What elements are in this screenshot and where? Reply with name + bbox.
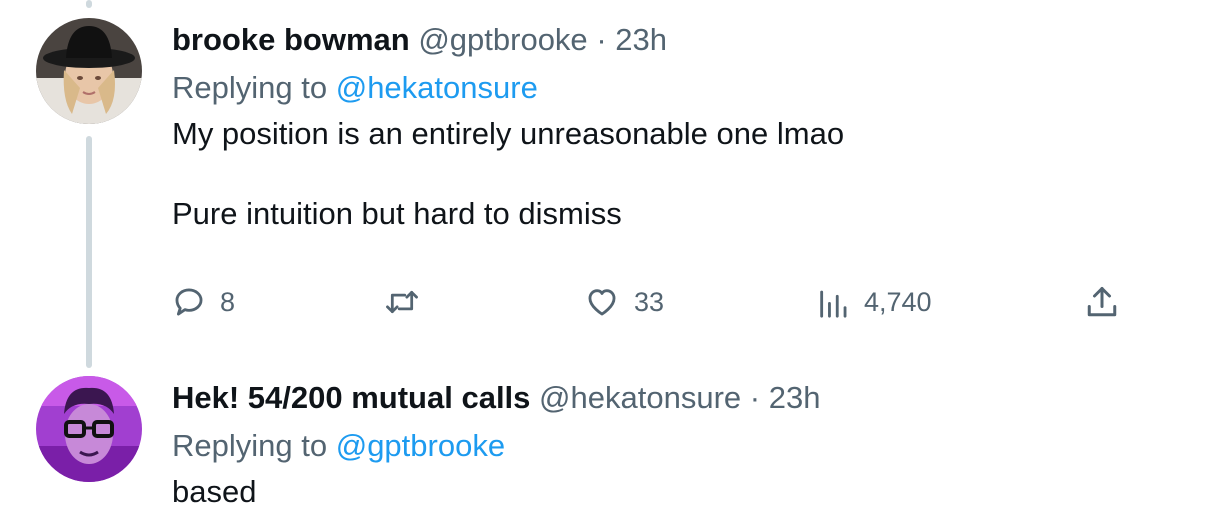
- tweet-hek[interactable]: Hek! 54/200 mutual calls @hekatonsure · …: [172, 378, 1175, 512]
- separator-dot: ·: [596, 22, 607, 57]
- mention-link[interactable]: @gptbrooke: [336, 428, 505, 463]
- retweet-button[interactable]: [384, 280, 434, 324]
- thread-connector: [86, 136, 92, 368]
- retweet-icon: [384, 285, 420, 319]
- reply-button[interactable]: 8: [172, 280, 235, 324]
- tweet-header: brooke bowman @gptbrooke · 23h: [172, 20, 1175, 60]
- timestamp[interactable]: 23h: [769, 380, 821, 415]
- reply-icon: [172, 285, 206, 319]
- tweet-header: Hek! 54/200 mutual calls @hekatonsure · …: [172, 378, 1175, 418]
- thread-connector-top: [86, 0, 92, 8]
- tweet-text: based: [172, 474, 257, 509]
- display-name[interactable]: Hek! 54/200 mutual calls: [172, 380, 530, 415]
- avatar-brooke[interactable]: [36, 18, 142, 124]
- views-button[interactable]: 4,740: [816, 280, 932, 324]
- mention-link[interactable]: @hekatonsure: [336, 70, 538, 105]
- user-handle[interactable]: @gptbrooke: [418, 22, 587, 57]
- like-button[interactable]: 33: [584, 280, 664, 324]
- view-count: 4,740: [864, 286, 932, 317]
- replying-to-line: Replying to @gptbrooke: [172, 426, 1175, 466]
- share-button[interactable]: [1084, 280, 1120, 324]
- separator-dot: ·: [749, 380, 761, 415]
- timestamp[interactable]: 23h: [615, 22, 667, 57]
- display-name[interactable]: brooke bowman: [172, 22, 410, 57]
- share-icon: [1084, 284, 1120, 320]
- tweet-text: My position is an entirely unreasonable …: [172, 116, 845, 231]
- replying-to-label: Replying to: [172, 428, 328, 463]
- like-count: 33: [634, 286, 665, 317]
- reply-count: 8: [220, 286, 236, 317]
- replying-to-label: Replying to: [172, 70, 328, 105]
- user-handle[interactable]: @hekatonsure: [539, 380, 741, 415]
- avatar-hek[interactable]: [36, 376, 142, 482]
- tweet-brooke[interactable]: brooke bowman @gptbrooke · 23h Replying …: [172, 20, 1175, 234]
- like-icon: [584, 285, 620, 319]
- views-icon: [816, 285, 850, 319]
- tweet-actions: 8 33 4,740: [172, 280, 1132, 324]
- replying-to-line: Replying to @hekatonsure: [172, 68, 1175, 108]
